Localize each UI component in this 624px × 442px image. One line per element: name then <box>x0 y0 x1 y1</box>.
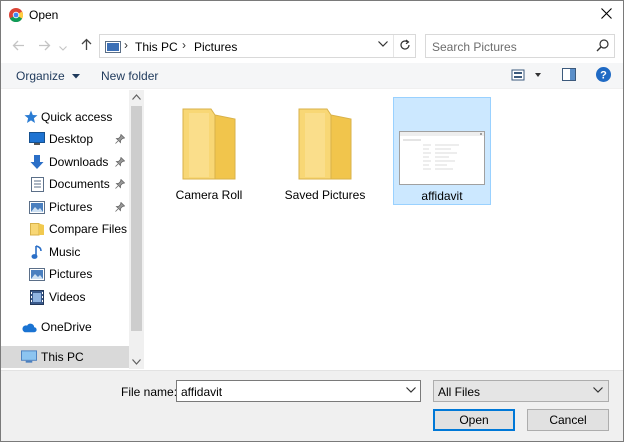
organize-button[interactable]: Organize <box>16 69 81 83</box>
file-name-combobox[interactable] <box>176 380 421 402</box>
file-list: Camera Roll Saved Pictures affidavit <box>145 90 623 369</box>
music-icon <box>29 244 45 260</box>
file-name-label: File name: <box>121 385 178 399</box>
nav-label: OneDrive <box>41 320 92 334</box>
address-bar[interactable]: › This PC › Pictures <box>99 34 416 58</box>
nav-this-pc[interactable]: This PC <box>1 346 129 368</box>
nav-label: Downloads <box>49 155 109 169</box>
chevron-down-icon <box>593 385 603 395</box>
desktop-icon <box>29 131 45 147</box>
arrow-left-icon <box>12 39 25 54</box>
chevron-down-icon <box>378 41 388 47</box>
address-row: › This PC › Pictures <box>1 32 623 60</box>
close-button[interactable] <box>589 1 623 29</box>
pictures-icon <box>29 199 45 215</box>
nav-label: Compare Files <box>49 222 128 236</box>
nav-label: Pictures <box>49 267 93 281</box>
nav-label: Quick access <box>41 110 113 124</box>
back-button[interactable] <box>9 36 27 56</box>
this-pc-icon <box>105 41 121 53</box>
file-item-saved-pictures[interactable]: Saved Pictures <box>277 97 375 205</box>
nav-label: Music <box>49 245 81 259</box>
new-folder-button[interactable]: New folder <box>101 69 158 83</box>
pin-icon <box>115 201 126 215</box>
up-button[interactable] <box>77 36 95 56</box>
nav-item-downloads[interactable]: Downloads <box>1 151 129 173</box>
this-pc-icon <box>21 349 37 365</box>
open-button[interactable]: Open <box>433 409 515 431</box>
refresh-button[interactable] <box>393 35 415 57</box>
nav-label: Desktop <box>49 132 94 146</box>
arrow-right-icon <box>38 39 51 54</box>
nav-scrollbar[interactable] <box>129 90 144 369</box>
arrow-up-icon <box>81 38 92 54</box>
nav-label: Pictures <box>49 200 93 214</box>
folder-icon <box>297 105 353 184</box>
breadcrumb-separator: › <box>182 38 186 52</box>
file-item-affidavit[interactable]: affidavit <box>393 97 491 205</box>
dialog-footer: File name: All Files Open Cancel <box>1 370 623 441</box>
navigation-pane: Quick access Desktop Downloads Documents… <box>1 90 144 369</box>
breadcrumb-pictures[interactable]: Pictures <box>194 40 237 54</box>
document-thumbnail-icon <box>399 131 485 188</box>
nav-item-videos[interactable]: Videos <box>1 286 129 308</box>
breadcrumb-this-pc[interactable]: This PC <box>135 40 178 54</box>
file-name: affidavit <box>421 189 463 203</box>
nav-item-documents[interactable]: Documents <box>1 173 129 195</box>
recent-locations-button[interactable] <box>57 36 69 56</box>
nav-label: Documents <box>49 177 110 191</box>
scroll-up-icon[interactable] <box>132 92 141 102</box>
folder-icon <box>29 221 45 237</box>
folder-icon <box>181 105 237 184</box>
search-box[interactable] <box>425 34 615 58</box>
videos-icon <box>29 289 45 305</box>
pictures-icon <box>29 266 45 282</box>
preview-pane-icon[interactable] <box>562 68 576 84</box>
scroll-down-icon[interactable] <box>132 357 141 367</box>
scroll-thumb[interactable] <box>131 106 142 331</box>
view-options-icon[interactable] <box>511 68 543 85</box>
title-bar: Open <box>1 1 623 29</box>
command-toolbar: Organize New folder ? <box>1 63 623 89</box>
search-input[interactable] <box>432 39 592 55</box>
organize-label: Organize <box>16 69 65 83</box>
chevron-down-icon <box>59 39 67 54</box>
nav-label: This PC <box>41 350 84 364</box>
breadcrumb-separator: › <box>124 38 128 52</box>
pin-icon <box>115 133 126 147</box>
close-icon <box>600 8 612 22</box>
nav-item-compare-files[interactable]: Compare Files <box>1 218 129 240</box>
nav-label: Videos <box>49 290 86 304</box>
file-item-camera-roll[interactable]: Camera Roll <box>161 97 259 205</box>
help-icon[interactable]: ? <box>596 67 611 85</box>
chrome-icon <box>9 8 24 23</box>
caret-down-icon <box>72 74 81 79</box>
search-icon[interactable] <box>596 39 609 55</box>
cancel-button[interactable]: Cancel <box>527 409 609 431</box>
forward-button[interactable] <box>35 36 53 56</box>
refresh-icon <box>399 39 411 54</box>
star-icon <box>23 109 39 125</box>
file-name: Camera Roll <box>175 188 243 202</box>
documents-icon <box>29 176 45 192</box>
pin-icon <box>115 178 126 192</box>
file-name-input[interactable] <box>181 384 401 400</box>
nav-item-desktop[interactable]: Desktop <box>1 128 129 150</box>
chevron-down-icon[interactable] <box>406 385 416 395</box>
file-type-select[interactable]: All Files <box>433 380 609 402</box>
nav-item-pictures[interactable]: Pictures <box>1 196 129 218</box>
svg-text:?: ? <box>600 70 607 82</box>
nav-onedrive[interactable]: OneDrive <box>1 316 129 338</box>
nav-quick-access[interactable]: Quick access <box>1 106 129 128</box>
window-title: Open <box>29 8 59 22</box>
nav-item-music[interactable]: Music <box>1 241 129 263</box>
file-type-value: All Files <box>438 385 481 399</box>
open-dialog: Open › This PC › Pictures Search Picture… <box>0 0 624 442</box>
nav-item-pictures-library[interactable]: Pictures <box>1 263 129 285</box>
file-name: Saved Pictures <box>284 188 366 202</box>
downloads-icon <box>29 154 45 170</box>
address-history-dropdown[interactable] <box>378 39 388 50</box>
pin-icon <box>115 156 126 170</box>
cloud-icon <box>21 319 37 335</box>
